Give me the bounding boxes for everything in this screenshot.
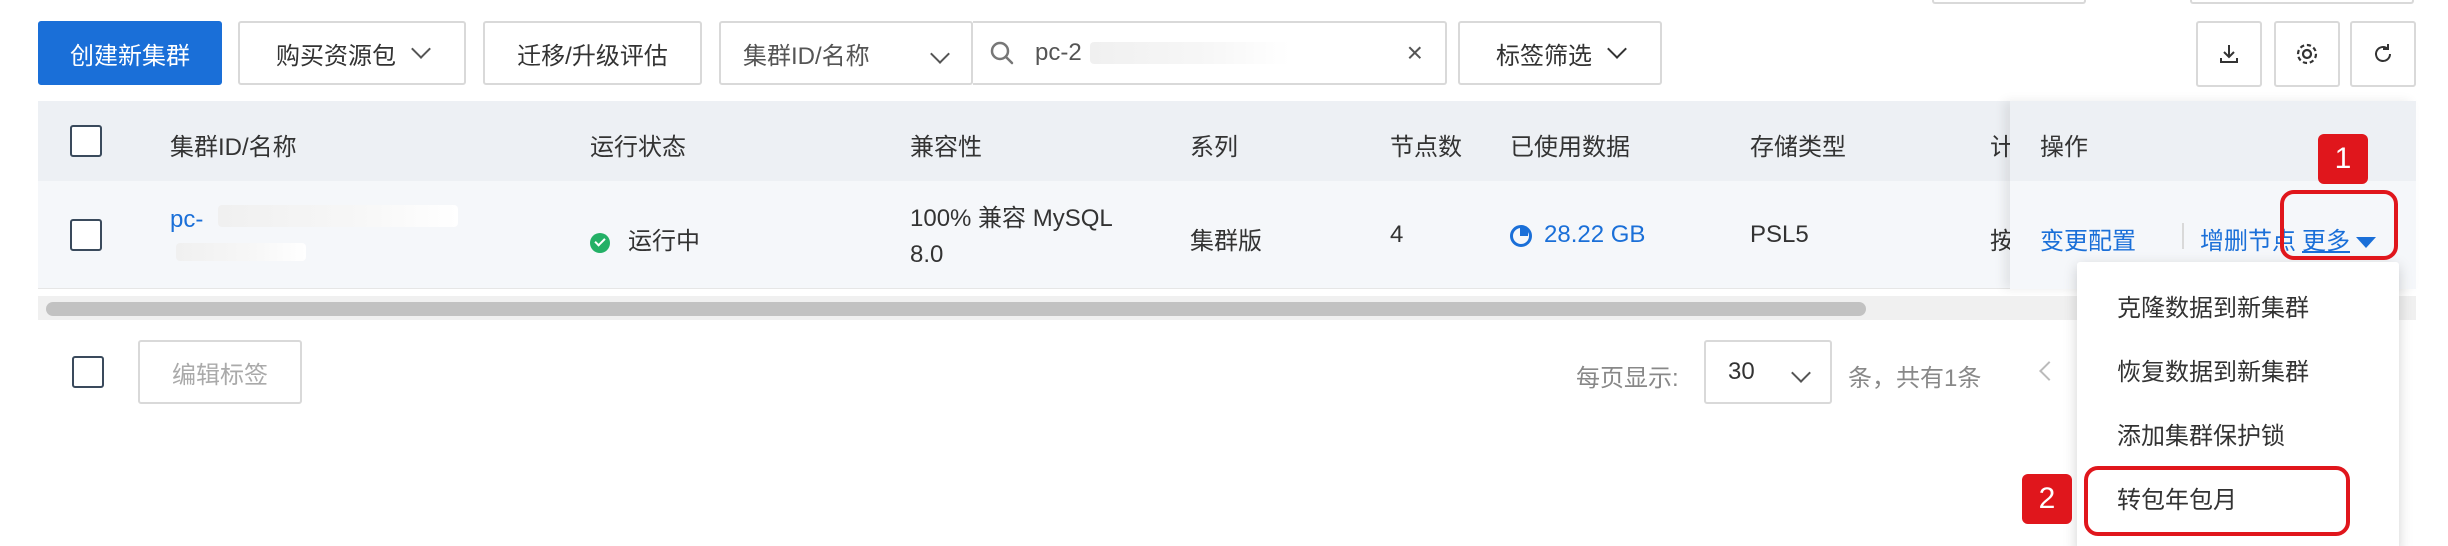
cluster-id-text: pc-: [170, 206, 204, 233]
column-header-storage: 存储类型: [1750, 134, 1846, 161]
search-input[interactable]: pc-2 ×: [973, 21, 1447, 85]
status-cell: 运行中: [590, 221, 700, 256]
download-icon: [2220, 45, 2238, 63]
annotation-badge-1: 1: [2318, 134, 2368, 184]
used-data-text: 28.22 GB: [1544, 221, 1646, 248]
menu-item-protection-lock[interactable]: 添加集群保护锁: [2117, 416, 2285, 451]
clear-icon[interactable]: ×: [1407, 37, 1423, 69]
refresh-icon: [2375, 44, 2391, 62]
used-data-link[interactable]: 28.22 GB: [1510, 221, 1645, 249]
chevron-down-icon: [411, 39, 431, 59]
edit-tags-label: 编辑标签: [172, 361, 268, 389]
cluster-id-link[interactable]: pc-: [170, 205, 459, 234]
top-partial-button-1[interactable]: [1932, 0, 2086, 4]
page-size-value: 30: [1728, 358, 1755, 385]
footer-select-all-checkbox[interactable]: [72, 356, 104, 388]
compat-cell: 100% 兼容 MySQL 8.0: [910, 201, 1113, 273]
storage-cell: PSL5: [1750, 221, 1809, 248]
buy-resource-pack-dropdown[interactable]: 购买资源包: [238, 21, 466, 85]
select-all-checkbox[interactable]: [70, 125, 102, 157]
annotation-box-convert: [2084, 466, 2350, 536]
menu-item-restore[interactable]: 恢复数据到新集群: [2117, 352, 2309, 387]
search-input-value: pc-2: [1035, 39, 1082, 66]
tag-filter-label: 标签筛选: [1496, 42, 1592, 70]
page-size-label: 每页显示:: [1576, 365, 1679, 392]
migrate-evaluate-button[interactable]: 迁移/升级评估: [483, 21, 702, 85]
divider: [2182, 223, 2184, 249]
redacted-text: [218, 205, 459, 227]
top-partial-button-2[interactable]: [2190, 0, 2414, 4]
column-header-series: 系列: [1190, 134, 1238, 161]
column-header-ops: 操作: [2040, 134, 2088, 161]
chevron-down-icon: [930, 44, 950, 64]
status-text: 运行中: [628, 228, 700, 255]
running-status-icon: [590, 232, 610, 253]
annotation-box-more: [2280, 190, 2398, 260]
refresh-button[interactable]: [2350, 21, 2416, 87]
migrate-evaluate-label: 迁移/升级评估: [517, 42, 668, 70]
column-header-id: 集群ID/名称: [170, 134, 297, 161]
row-checkbox[interactable]: [70, 219, 102, 251]
search-field-select[interactable]: 集群ID/名称: [719, 21, 973, 85]
total-count-text: 条，共有1条: [1848, 365, 1982, 392]
download-button[interactable]: [2196, 21, 2262, 87]
modify-config-link[interactable]: 变更配置: [2040, 221, 2136, 256]
gear-icon: [2296, 43, 2318, 65]
column-header-status: 运行状态: [590, 134, 686, 161]
prev-page-icon[interactable]: [2039, 361, 2059, 381]
column-header-nodes: 节点数: [1390, 134, 1462, 161]
tag-filter-dropdown[interactable]: 标签筛选: [1458, 21, 1662, 85]
redacted-text: [1089, 42, 1290, 64]
compat-line2: 8.0: [910, 241, 944, 268]
chevron-down-icon: [1791, 363, 1811, 383]
settings-button[interactable]: [2274, 21, 2340, 87]
chevron-down-icon: [1607, 39, 1627, 59]
page-size-select[interactable]: 30: [1704, 340, 1832, 404]
horizontal-scrollbar-thumb[interactable]: [46, 302, 1866, 316]
create-cluster-label: 创建新集群: [70, 42, 190, 70]
redacted-text: [176, 243, 306, 261]
create-cluster-button[interactable]: 创建新集群: [38, 21, 222, 85]
column-header-used: 已使用数据: [1510, 134, 1630, 161]
search-field-select-value: 集群ID/名称: [743, 42, 870, 70]
buy-resource-pack-label: 购买资源包: [276, 42, 396, 70]
nodes-cell: 4: [1390, 221, 1404, 248]
search-icon: [990, 41, 1014, 65]
annotation-badge-2: 2: [2022, 474, 2072, 524]
column-header-compat: 兼容性: [910, 134, 982, 161]
compat-line1: 100% 兼容 MySQL: [910, 205, 1113, 232]
edit-tags-button[interactable]: 编辑标签: [138, 340, 302, 404]
menu-item-clone[interactable]: 克隆数据到新集群: [2117, 288, 2309, 323]
pie-chart-icon: [1510, 224, 1532, 247]
series-cell: 集群版: [1190, 228, 1262, 255]
